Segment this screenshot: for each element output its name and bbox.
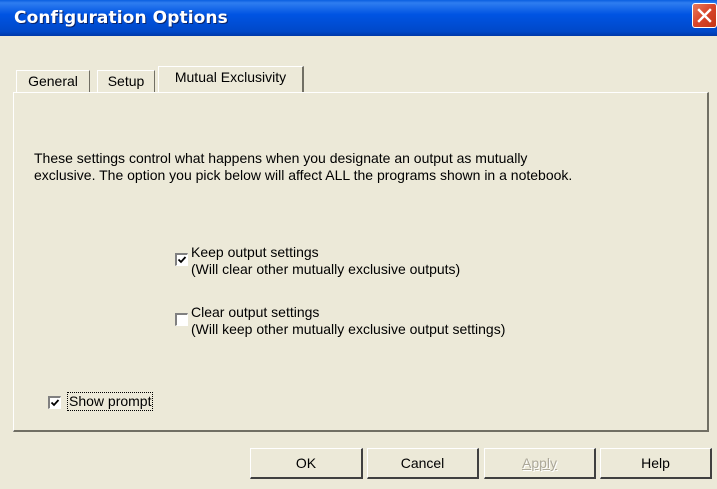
close-icon <box>697 8 712 23</box>
help-button-label: Help <box>641 455 670 471</box>
clear-output-checkbox[interactable] <box>175 313 188 326</box>
tab-mutual-exclusivity[interactable]: Mutual Exclusivity <box>158 66 304 92</box>
keep-output-detail: (Will clear other mutually exclusive out… <box>191 261 461 277</box>
ok-button[interactable]: OK <box>250 448 363 479</box>
cancel-button-label: Cancel <box>400 455 445 471</box>
show-prompt-label[interactable]: Show prompt <box>66 392 154 411</box>
ok-button-label: OK <box>295 455 317 471</box>
description-text: These settings control what happens when… <box>34 150 694 184</box>
show-prompt-checkbox[interactable] <box>48 396 61 409</box>
title-bar[interactable]: Configuration Options <box>0 0 717 36</box>
apply-button[interactable]: Apply <box>484 448 596 479</box>
keep-output-checkbox[interactable] <box>175 253 188 266</box>
apply-button-label: Apply <box>521 455 558 471</box>
keep-output-title: Keep output settings <box>191 244 319 260</box>
tab-general[interactable]: General <box>16 70 90 92</box>
tab-setup[interactable]: Setup <box>97 70 155 92</box>
checkmark-icon <box>177 256 187 264</box>
checkmark-icon <box>50 399 60 407</box>
window-title: Configuration Options <box>14 8 228 28</box>
tab-mutual-exclusivity-label: Mutual Exclusivity <box>174 69 287 85</box>
description-line-1: These settings control what happens when… <box>34 150 528 166</box>
tab-setup-label: Setup <box>107 73 145 89</box>
clear-output-label[interactable]: Clear output settings (Will keep other m… <box>191 304 505 338</box>
description-line-2: exclusive. The option you pick below wil… <box>34 167 573 183</box>
help-button[interactable]: Help <box>600 448 712 479</box>
tab-general-label: General <box>28 73 78 89</box>
keep-output-label[interactable]: Keep output settings (Will clear other m… <box>191 244 460 278</box>
cancel-button[interactable]: Cancel <box>367 448 479 479</box>
clear-output-detail: (Will keep other mutually exclusive outp… <box>191 321 506 337</box>
clear-output-title: Clear output settings <box>191 304 320 320</box>
close-button[interactable] <box>692 3 717 28</box>
configuration-dialog: Configuration Options General Setup Mutu… <box>0 0 717 489</box>
